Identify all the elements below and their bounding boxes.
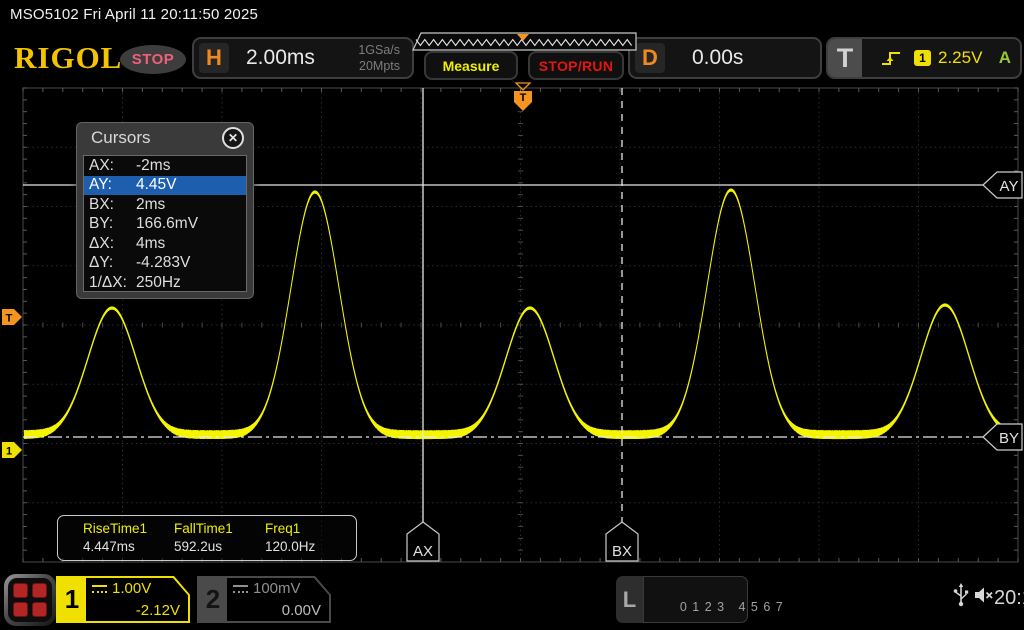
cursor-ax-flag[interactable]: AX	[413, 543, 433, 560]
timebase-preview-strip[interactable]	[413, 33, 636, 50]
cursor-row-dx[interactable]: ΔX: 4ms	[84, 234, 246, 254]
cursor-row-bx[interactable]: BX: 2ms	[84, 195, 246, 215]
measurement-freq: Freq1 120.0Hz	[265, 521, 356, 560]
trigger-level-value: 2.25V	[938, 48, 982, 68]
rigol-logo: RIGOL	[14, 40, 122, 76]
run-state-badge: STOP	[120, 45, 186, 74]
sound-muted-icon[interactable]	[972, 584, 994, 606]
channel1-number: 1	[58, 578, 86, 621]
main-menu-button[interactable]	[4, 574, 56, 626]
timebase-value: 2.00ms	[246, 46, 315, 70]
delay-block[interactable]: D 0.00s	[628, 37, 822, 79]
channel1-status[interactable]: 1 1.00V -2.12V	[56, 576, 190, 623]
oscilloscope-screen: MSO5102 Fri April 11 20:11:50 2025 RIGOL…	[0, 0, 1024, 630]
mem-depth: 20Mpts	[359, 59, 400, 73]
sample-rate: 1GSa/s	[358, 43, 400, 57]
logic-channels-status[interactable]: L 0 1 2 3 4 5 6 7 8 9 10 11 12 13 14 15	[616, 576, 748, 623]
d-icon: D	[635, 43, 665, 73]
cursors-window[interactable]: Cursors ✕ AX: -2ms AY: 4.45V BX: 2ms BY:…	[76, 122, 254, 299]
clock: 20:11	[994, 587, 1024, 610]
logic-label: L	[616, 576, 643, 623]
memory-waveform-preview	[416, 40, 632, 46]
cursor-row-by[interactable]: BY: 166.6mV	[84, 215, 246, 235]
trigger-block[interactable]: T 1 2.25V A	[826, 37, 1022, 79]
channel1-marker-label: 1	[6, 446, 12, 458]
cursor-by-flag[interactable]: BY	[999, 430, 1019, 447]
cursors-readout-list: AX: -2ms AY: 4.45V BX: 2ms BY: 166.6mV Δ…	[83, 155, 247, 292]
channel1-ground-marker[interactable]: 1	[2, 442, 22, 458]
channel1-offset: -2.12V	[136, 602, 180, 619]
measurement-risetime: RiseTime1 4.447ms	[83, 521, 174, 560]
measurements-box[interactable]: RiseTime1 4.447ms FallTime1 592.2us Freq…	[57, 515, 357, 561]
channel2-offset: 0.00V	[282, 602, 321, 619]
stop-run-button[interactable]: STOP/RUN	[528, 51, 624, 80]
cursors-window-title: Cursors	[91, 128, 151, 148]
trigger-source-badge: 1	[914, 50, 931, 66]
menu-grid-icon	[8, 578, 52, 622]
cursor-row-ay-selected[interactable]: AY: 4.45V	[84, 176, 246, 196]
model-and-datetime: MSO5102 Fri April 11 20:11:50 2025	[10, 6, 258, 23]
t-icon: T	[828, 39, 862, 77]
cursor-row-dy[interactable]: ΔY: -4.283V	[84, 254, 246, 274]
trigger-position-label: T	[520, 92, 527, 104]
logic-channel-numbers: 0 1 2 3 4 5 6 7 8 9 10 11 12 13 14 15	[643, 576, 748, 623]
top-title-bar: MSO5102 Fri April 11 20:11:50 2025	[0, 0, 1024, 30]
dc-coupling-icon	[233, 585, 248, 593]
measurement-falltime: FallTime1 592.2us	[174, 521, 265, 560]
cursor-ay-flag[interactable]: AY	[1000, 178, 1019, 195]
trigger-level-label: T	[6, 313, 13, 325]
h-icon: H	[199, 43, 229, 73]
dc-coupling-icon	[92, 585, 107, 593]
trigger-position-marker[interactable]: T	[514, 83, 532, 111]
trigger-sweep-mode: A	[999, 48, 1011, 68]
trigger-level-marker[interactable]: T	[2, 309, 22, 325]
horizontal-timebase-block[interactable]: H 2.00ms 1GSa/s 20Mpts	[192, 37, 414, 79]
sample-rate-memdepth: 1GSa/s 20Mpts	[358, 42, 400, 74]
cursor-flags: AX BX AY BY	[407, 172, 1022, 561]
cursor-row-inv-dx[interactable]: 1/ΔX: 250Hz	[84, 273, 246, 293]
cursor-row-ax[interactable]: AX: -2ms	[84, 156, 246, 176]
cursor-bx-flag[interactable]: BX	[612, 543, 632, 560]
channel2-number: 2	[199, 578, 227, 621]
channel2-scale: 100mV	[253, 580, 301, 597]
channel1-scale: 1.00V	[112, 580, 151, 597]
usb-icon	[953, 582, 969, 608]
preview-trigger-position-icon	[517, 34, 529, 41]
channel2-status[interactable]: 2 100mV 0.00V	[197, 576, 331, 623]
measure-button[interactable]: Measure	[424, 51, 518, 80]
close-icon[interactable]: ✕	[222, 127, 244, 149]
delay-value: 0.00s	[692, 46, 743, 70]
rising-edge-icon	[880, 48, 904, 68]
